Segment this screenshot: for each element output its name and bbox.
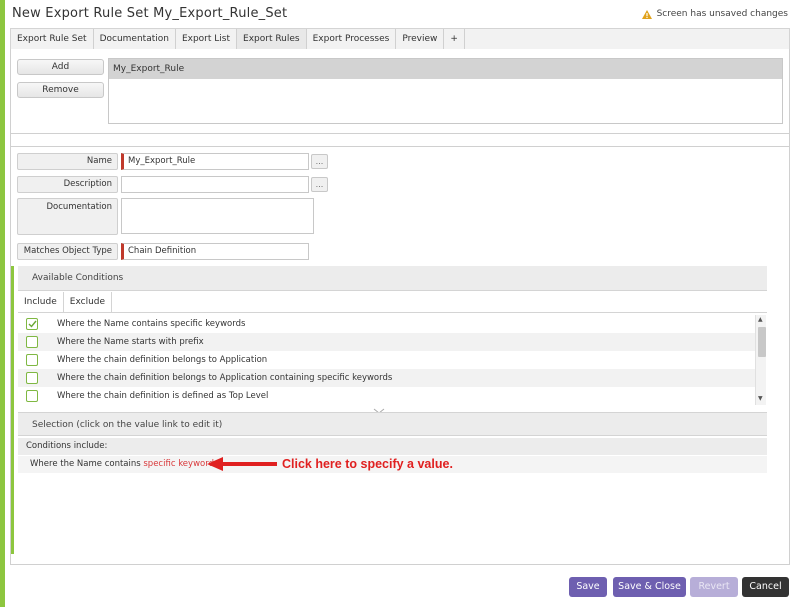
unsaved-text: Screen has unsaved changes — [656, 9, 788, 19]
matches-object-type-field[interactable]: Chain Definition — [121, 243, 309, 260]
condition-row[interactable]: Where the chain definition is defined as… — [18, 387, 756, 405]
rules-list: My_Export_Rule — [108, 58, 783, 124]
divider — [11, 146, 789, 147]
condition-checkbox[interactable] — [26, 318, 38, 330]
annotation-text: Click here to specify a value. — [282, 457, 453, 471]
add-rule-button[interactable]: Add — [17, 59, 104, 75]
tab-exclude[interactable]: Exclude — [64, 292, 113, 312]
revert-button[interactable]: Revert — [690, 577, 738, 597]
unsaved-indicator: Screen has unsaved changes — [641, 9, 788, 19]
left-accent-bar — [0, 0, 5, 607]
tab-export-processes[interactable]: Export Processes — [307, 29, 397, 49]
condition-row[interactable]: Where the chain definition belongs to Ap… — [18, 369, 756, 387]
conditions-scrollbar[interactable]: ▲ ▼ — [755, 315, 766, 405]
description-ellipsis-button[interactable]: ... — [311, 177, 328, 192]
annotation-arrow-icon — [207, 457, 277, 471]
name-label: Name — [17, 153, 118, 170]
tab-documentation[interactable]: Documentation — [94, 29, 176, 49]
condition-checkbox[interactable] — [26, 372, 38, 384]
documentation-label: Documentation — [17, 198, 118, 235]
condition-checkbox[interactable] — [26, 354, 38, 366]
condition-row[interactable]: Where the Name contains specific keyword… — [18, 315, 756, 333]
condition-label: Where the chain definition belongs to Ap… — [57, 373, 393, 383]
remove-rule-button[interactable]: Remove — [17, 82, 104, 98]
scroll-down-icon[interactable]: ▼ — [758, 395, 763, 402]
window-title: New Export Rule Set My_Export_Rule_Set — [12, 6, 288, 21]
documentation-field[interactable] — [121, 198, 314, 234]
name-ellipsis-button[interactable]: ... — [311, 154, 328, 169]
scrollbar-thumb[interactable] — [758, 327, 766, 357]
description-label: Description — [17, 176, 118, 193]
tab-export-list[interactable]: Export List — [176, 29, 238, 49]
condition-checkbox[interactable] — [26, 336, 38, 348]
selection-header: Selection (click on the value link to ed… — [18, 412, 767, 436]
condition-label: Where the Name starts with prefix — [57, 337, 204, 347]
scroll-up-icon[interactable]: ▲ — [758, 316, 763, 323]
warning-icon — [641, 9, 652, 19]
condition-label: Where the Name contains specific keyword… — [57, 319, 246, 329]
cancel-button[interactable]: Cancel — [742, 577, 789, 597]
condition-label: Where the chain definition belongs to Ap… — [57, 355, 268, 365]
matches-object-type-label: Matches Object Type — [17, 243, 118, 260]
divider — [11, 133, 789, 134]
conditions-include-label: Conditions include: — [18, 438, 767, 455]
available-conditions-header: Available Conditions — [18, 266, 767, 291]
tab-include[interactable]: Include — [18, 292, 64, 312]
name-field[interactable]: My_Export_Rule — [121, 153, 309, 170]
tab-export-rules[interactable]: Export Rules — [237, 29, 307, 49]
rules-list-item[interactable]: My_Export_Rule — [109, 59, 782, 79]
selection-text: Where the Name contains — [30, 459, 141, 469]
add-tab-button[interactable]: + — [444, 29, 465, 49]
conditions-list: Where the Name contains specific keyword… — [18, 315, 756, 405]
condition-checkbox[interactable] — [26, 390, 38, 402]
condition-row[interactable]: Where the chain definition belongs to Ap… — [18, 351, 756, 369]
tab-preview[interactable]: Preview — [396, 29, 445, 49]
description-field[interactable] — [121, 176, 309, 193]
condition-label: Where the chain definition is defined as… — [57, 391, 269, 401]
tab-export-rule-set[interactable]: Export Rule Set — [11, 29, 94, 49]
save-close-button[interactable]: Save & Close — [613, 577, 686, 597]
tab-bar: Export Rule Set Documentation Export Lis… — [10, 28, 790, 50]
section-accent-bar — [11, 266, 14, 554]
condition-row[interactable]: Where the Name starts with prefix — [18, 333, 756, 351]
conditions-tabs: Include Exclude — [18, 292, 767, 313]
check-icon — [28, 320, 37, 328]
save-button[interactable]: Save — [569, 577, 607, 597]
